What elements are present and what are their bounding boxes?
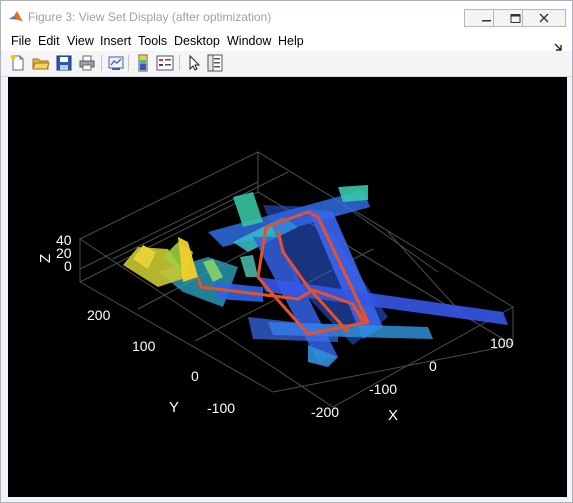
window-title: Figure 3: View Set Display (after optimi… bbox=[28, 10, 272, 24]
menu-desktop[interactable]: Desktop bbox=[174, 34, 220, 48]
x-tick-minus200: -200 bbox=[311, 404, 339, 420]
y-tick-labels: -100 0 100 200 bbox=[87, 307, 235, 416]
menu-help[interactable]: Help bbox=[278, 34, 304, 48]
x-tick-100: 100 bbox=[490, 335, 514, 351]
close-button[interactable] bbox=[522, 9, 566, 27]
new-figure-icon[interactable] bbox=[9, 54, 27, 72]
matlab-icon bbox=[8, 9, 24, 25]
print-icon[interactable] bbox=[78, 54, 96, 72]
toolbar-separator bbox=[179, 55, 180, 71]
colorbar-icon[interactable] bbox=[134, 54, 152, 72]
menu-bar: File Edit View Insert Tools Desktop Wind… bbox=[1, 33, 572, 51]
y-tick-minus100: -100 bbox=[207, 400, 235, 416]
menu-edit[interactable]: Edit bbox=[38, 34, 60, 48]
toolbar-separator bbox=[128, 55, 129, 71]
toolbar-separator bbox=[101, 55, 102, 71]
x-axis-label: X bbox=[388, 407, 398, 424]
x-tick-0: 0 bbox=[429, 358, 437, 374]
link-plot-icon[interactable] bbox=[107, 54, 125, 72]
menu-window[interactable]: Window bbox=[227, 34, 271, 48]
menu-insert[interactable]: Insert bbox=[100, 34, 131, 48]
pointer-icon[interactable] bbox=[185, 54, 203, 72]
z-axis-label: Z bbox=[37, 254, 54, 263]
y-tick-0: 0 bbox=[191, 368, 199, 384]
y-axis-label: Y bbox=[169, 399, 179, 416]
menu-tools[interactable]: Tools bbox=[138, 34, 167, 48]
close-icon bbox=[539, 13, 549, 23]
menu-file[interactable]: File bbox=[11, 34, 31, 48]
property-inspector-icon[interactable] bbox=[206, 54, 224, 72]
y-tick-200: 200 bbox=[87, 307, 111, 323]
figure-canvas[interactable]: 40 20 0 Z -100 0 100 200 Y -200 -100 0 1… bbox=[8, 77, 567, 497]
title-bar[interactable]: Figure 3: View Set Display (after optimi… bbox=[1, 1, 572, 33]
z-tick-0: 0 bbox=[64, 258, 72, 274]
save-icon[interactable] bbox=[55, 54, 73, 72]
y-tick-100: 100 bbox=[132, 338, 156, 354]
z-tick-labels: 40 20 0 bbox=[56, 232, 72, 274]
x-tick-minus100: -100 bbox=[369, 381, 397, 397]
3d-axes[interactable]: 40 20 0 Z -100 0 100 200 Y -200 -100 0 1… bbox=[8, 77, 567, 497]
x-tick-labels: -200 -100 0 100 bbox=[311, 335, 514, 420]
figure-toolbar bbox=[1, 51, 572, 77]
legend-icon[interactable] bbox=[156, 54, 174, 72]
open-file-icon[interactable] bbox=[32, 54, 50, 72]
figure-window: Figure 3: View Set Display (after optimi… bbox=[0, 0, 573, 503]
menu-view[interactable]: View bbox=[67, 34, 94, 48]
